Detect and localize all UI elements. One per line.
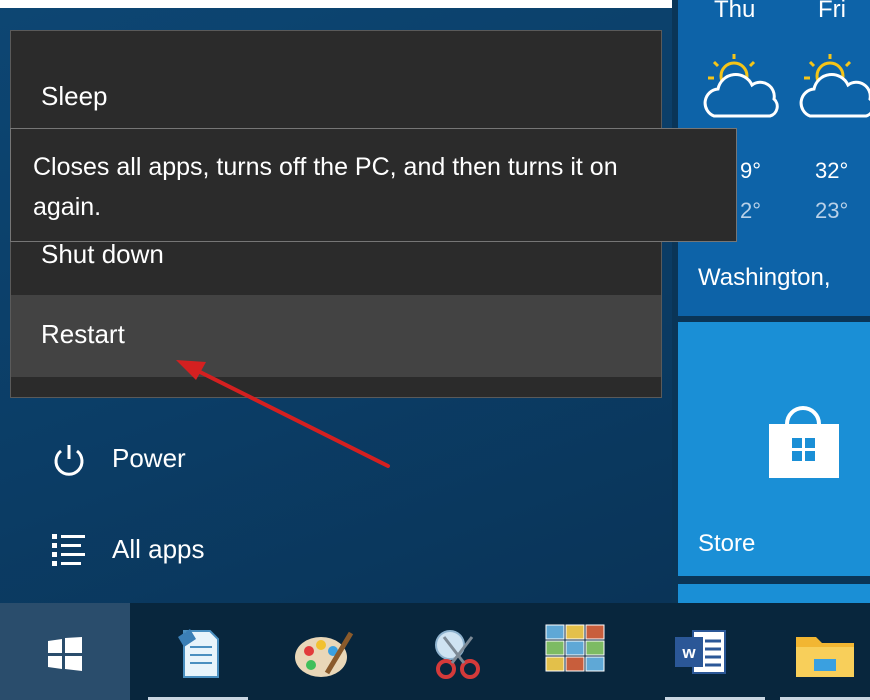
weather-low-temp: 2° bbox=[740, 198, 762, 223]
taskbar-photos[interactable] bbox=[530, 603, 630, 700]
taskbar-notepad[interactable] bbox=[148, 603, 248, 700]
list-icon bbox=[52, 534, 85, 566]
top-edge bbox=[0, 0, 672, 8]
weather-high-temp: 9° bbox=[740, 158, 762, 183]
weather-city: Washington, bbox=[698, 264, 831, 291]
windows-logo-icon bbox=[48, 637, 82, 671]
power-label: Power bbox=[112, 443, 186, 473]
menu-item-restart[interactable]: Restart bbox=[11, 295, 661, 377]
taskbar-paint[interactable] bbox=[275, 603, 375, 700]
taskbar-file-explorer[interactable] bbox=[780, 603, 870, 700]
weather-day-label: Thu bbox=[714, 0, 756, 23]
restart-tooltip: Closes all apps, turns off the PC, and t… bbox=[10, 128, 737, 242]
partly-cloudy-icon bbox=[703, 54, 779, 118]
tooltip-line: Closes all apps, turns off the PC, and t… bbox=[33, 153, 618, 181]
weather-low-temp: 23° bbox=[815, 198, 849, 223]
power-button[interactable]: Power bbox=[50, 437, 250, 481]
notepad-icon bbox=[178, 629, 219, 678]
paint-palette-icon bbox=[295, 631, 354, 677]
store-bag-icon bbox=[769, 406, 839, 478]
photo-gallery-icon bbox=[545, 624, 605, 672]
word-icon: w bbox=[675, 630, 726, 674]
menu-item-label: Sleep bbox=[41, 81, 108, 111]
tooltip-line: again. bbox=[33, 193, 102, 221]
tile-partial[interactable] bbox=[678, 584, 870, 603]
store-tile-label: Store bbox=[698, 530, 756, 557]
menu-item-label: Restart bbox=[41, 319, 125, 349]
partly-cloudy-icon bbox=[799, 54, 870, 118]
menu-item-label: Shut down bbox=[41, 239, 164, 269]
power-icon bbox=[54, 445, 84, 476]
weather-day-label: Fri bbox=[818, 0, 846, 23]
folder-icon bbox=[796, 637, 854, 677]
weather-high-temp: 32° bbox=[815, 158, 849, 183]
all-apps-button[interactable]: All apps bbox=[50, 528, 270, 572]
svg-text:w: w bbox=[681, 643, 696, 662]
start-button[interactable] bbox=[0, 603, 130, 700]
all-apps-label: All apps bbox=[112, 534, 205, 564]
taskbar-snipping-tool[interactable] bbox=[410, 603, 510, 700]
taskbar-word[interactable]: w bbox=[665, 603, 765, 700]
scissors-icon bbox=[435, 630, 480, 679]
